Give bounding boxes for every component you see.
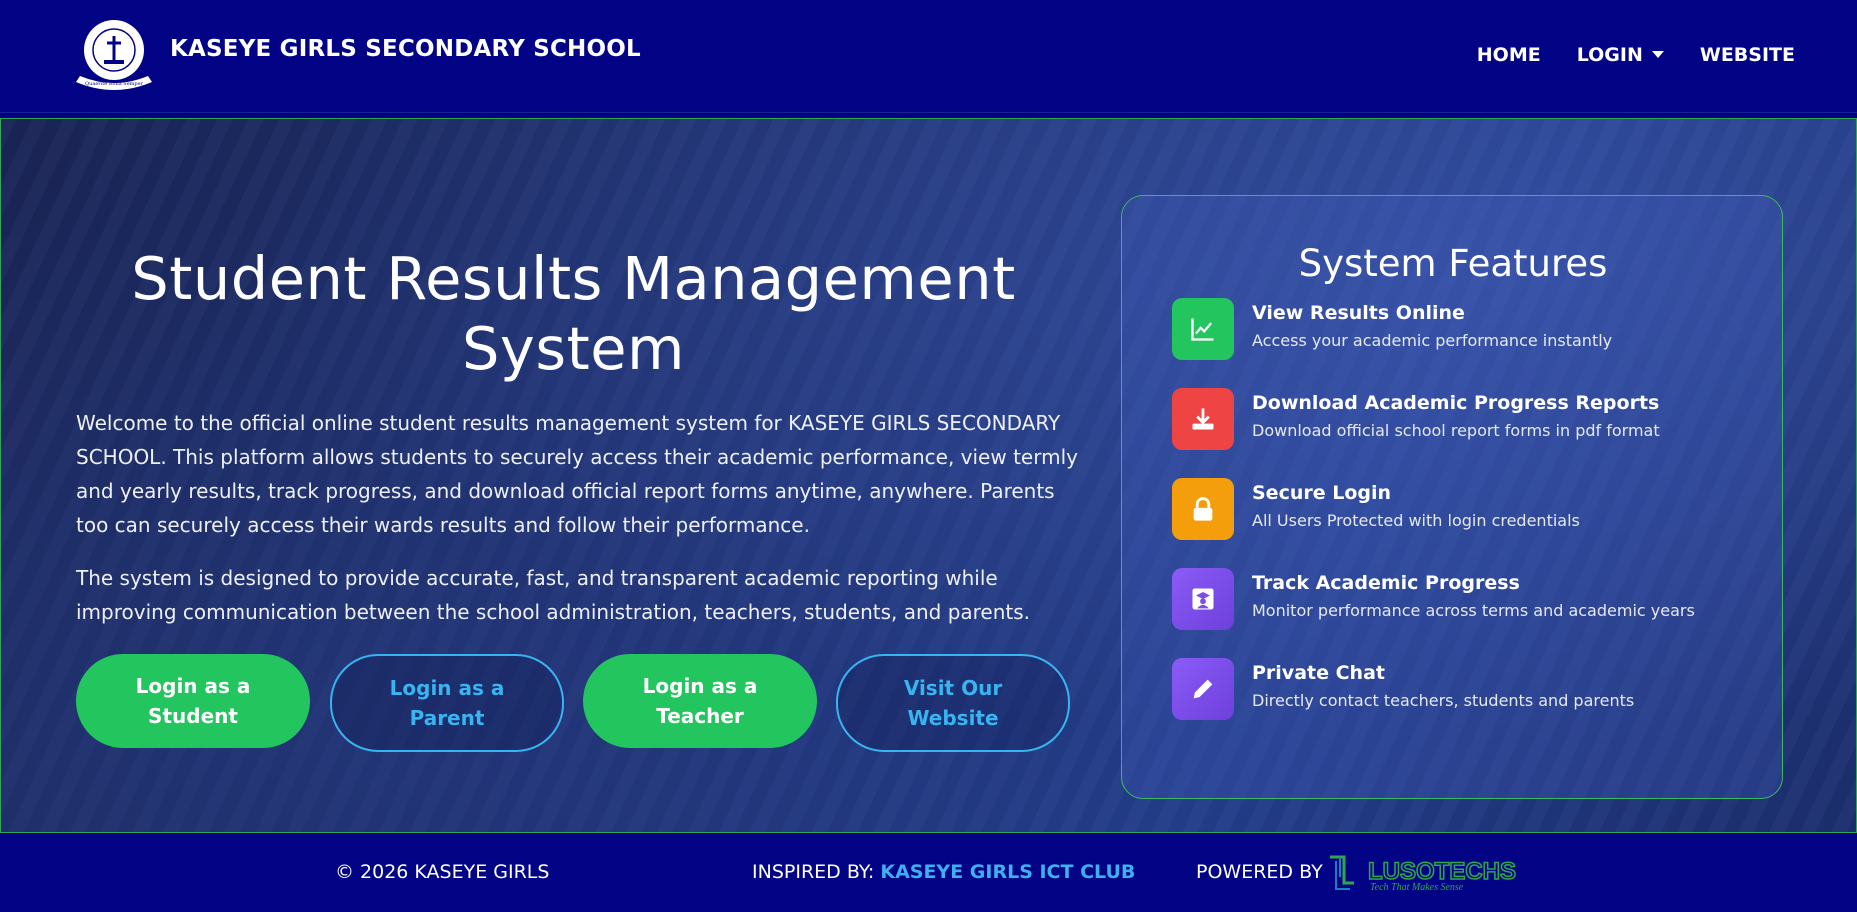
features-title: System Features (1298, 242, 1608, 285)
inspired-by: INSPIRED BY: KASEYE GIRLS ICT CLUB (752, 861, 1135, 883)
copyright-text: © 2026 KASEYE GIRLS (335, 861, 550, 883)
feature-item: View Results Online Access your academic… (1172, 298, 1772, 360)
powered-by-label: POWERED BY (1196, 861, 1323, 883)
nav-website[interactable]: WEBSITE (1700, 44, 1795, 66)
login-teacher-button[interactable]: Login as a Teacher (583, 654, 817, 748)
feature-item: Download Academic Progress Reports Downl… (1172, 388, 1772, 450)
graduate-icon (1172, 568, 1234, 630)
feature-item: Private Chat Directly contact teachers, … (1172, 658, 1772, 720)
feature-title: Private Chat (1252, 662, 1385, 684)
hero-title: Student Results Management System (131, 244, 1016, 383)
feature-title: View Results Online (1252, 302, 1465, 324)
feature-description: All Users Protected with login credentia… (1252, 511, 1580, 530)
svg-text:Quaerite Bona Semper: Quaerite Bona Semper (85, 81, 144, 87)
feature-title: Download Academic Progress Reports (1252, 392, 1660, 414)
nav-login-label: LOGIN (1576, 44, 1643, 66)
main-nav: HOME LOGIN WEBSITE (1441, 44, 1795, 66)
feature-title: Track Academic Progress (1252, 572, 1520, 594)
download-icon (1172, 388, 1234, 450)
feature-item: Secure Login All Users Protected with lo… (1172, 478, 1772, 540)
feature-item: Track Academic Progress Monitor performa… (1172, 568, 1772, 630)
svg-text:LUSOTECHS: LUSOTECHS (1368, 858, 1516, 885)
nav-login-dropdown[interactable]: LOGIN (1577, 44, 1664, 66)
feature-description: Directly contact teachers, students and … (1252, 691, 1635, 710)
school-logo[interactable]: Quaerite Bona Semper (74, 16, 154, 94)
feature-description: Access your academic performance instant… (1252, 331, 1613, 350)
pencil-icon (1172, 658, 1234, 720)
feature-description: Download official school report forms in… (1252, 421, 1660, 440)
brand-title[interactable]: KASEYE GIRLS SECONDARY SCHOOL (170, 36, 641, 62)
login-student-button[interactable]: Login as a Student (76, 654, 310, 748)
hero-intro-paragraph: Welcome to the official online student r… (76, 411, 1078, 537)
login-parent-button[interactable]: Login as a Parent (330, 654, 564, 752)
footer: © 2026 KASEYE GIRLS INSPIRED BY: KASEYE … (0, 833, 1857, 912)
svg-text:Tech That Makes Sense: Tech That Makes Sense (1370, 882, 1464, 893)
hero-description-paragraph: The system is designed to provide accura… (76, 566, 1031, 624)
chart-line-icon (1172, 298, 1234, 360)
navbar: Quaerite Bona Semper KASEYE GIRLS SECOND… (0, 0, 1857, 113)
nav-home[interactable]: HOME (1477, 44, 1541, 66)
caret-down-icon (1651, 50, 1664, 58)
lock-icon (1172, 478, 1234, 540)
nav-home-label: HOME (1476, 44, 1541, 66)
feature-title: Secure Login (1252, 482, 1392, 504)
hero-section: Student Results Management System Welcom… (0, 118, 1857, 833)
features-card: System Features View Results Online Acce… (1121, 195, 1783, 799)
nav-website-label: WEBSITE (1699, 44, 1795, 66)
ict-club-link[interactable]: KASEYE GIRLS ICT CLUB (880, 861, 1135, 883)
visit-website-button[interactable]: Visit Our Website (836, 654, 1070, 752)
inspired-label: INSPIRED BY: (752, 861, 875, 883)
feature-description: Monitor performance across terms and aca… (1252, 601, 1695, 620)
lusotechs-logo[interactable]: LUSOTECHS Tech That Makes Sense (1328, 853, 1523, 893)
